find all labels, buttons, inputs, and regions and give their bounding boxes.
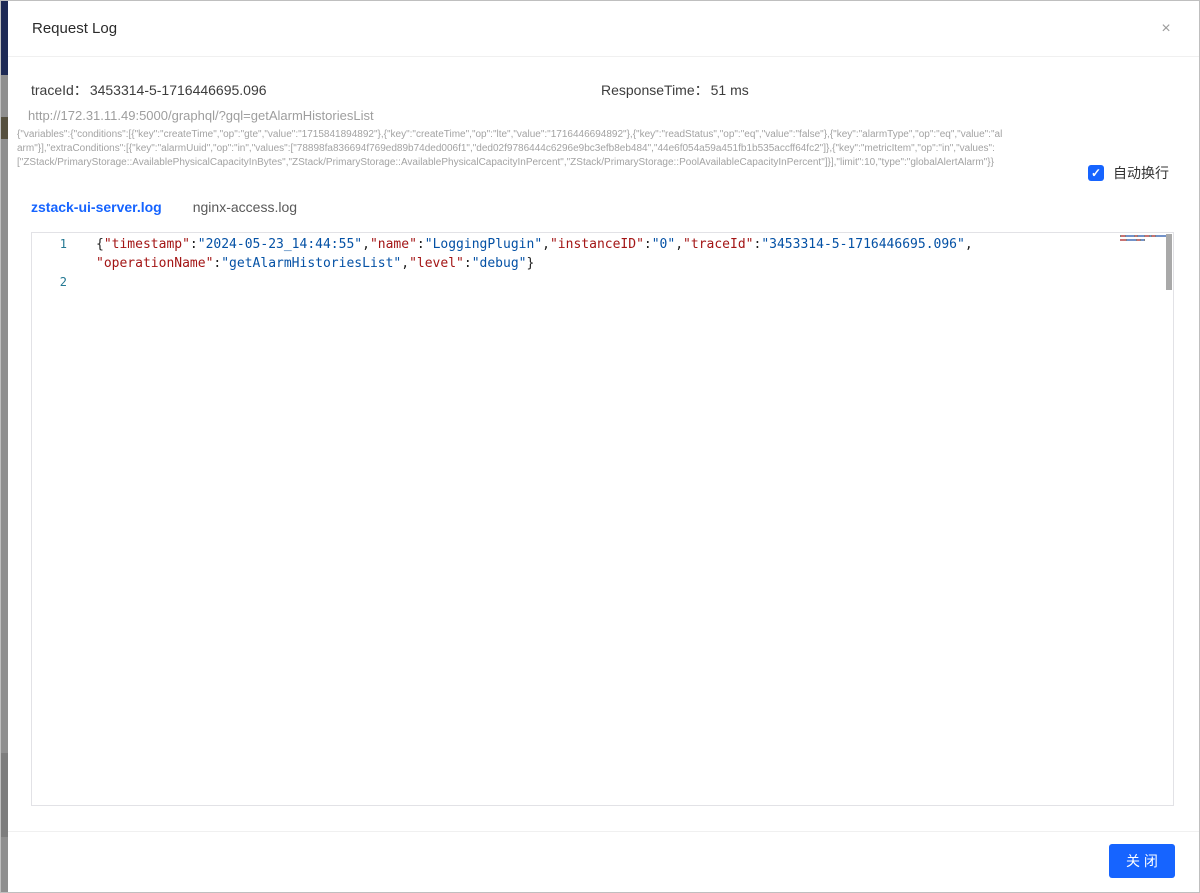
background-content-sliver bbox=[1, 117, 8, 139]
screenshot-root: Request Log × traceId： 3453314-5-17164466… bbox=[0, 0, 1200, 893]
modal-header: Request Log × bbox=[8, 1, 1199, 57]
background-lower-sliver bbox=[1, 753, 8, 837]
footer-divider bbox=[8, 831, 1199, 832]
modal-title: Request Log bbox=[32, 20, 118, 37]
tab-nginx-access-log[interactable]: nginx-access.log bbox=[193, 199, 297, 221]
auto-wrap-checkbox[interactable]: ✓ 自动换行 bbox=[1088, 163, 1169, 183]
trace-id-row: traceId： 3453314-5-1716446695.096 bbox=[31, 80, 267, 100]
log-file-tabs: zstack-ui-server.log nginx-access.log bbox=[31, 199, 297, 221]
checkbox-checked-icon[interactable]: ✓ bbox=[1088, 165, 1104, 181]
response-time-label: ResponseTime： bbox=[601, 82, 709, 98]
close-button[interactable]: 关 闭 bbox=[1109, 844, 1175, 878]
request-log-modal: Request Log × traceId： 3453314-5-17164466… bbox=[8, 1, 1199, 892]
close-icon[interactable]: × bbox=[1155, 18, 1177, 40]
request-url: http://172.31.11.49:5000/graphql/?gql=ge… bbox=[28, 108, 374, 123]
editor-minimap bbox=[1120, 235, 1167, 243]
log-editor[interactable]: 1 {"timestamp":"2024-05-23_14:44:55","nam… bbox=[31, 232, 1174, 806]
background-navbar-sliver bbox=[1, 1, 8, 75]
response-time-row: ResponseTime： 51 ms bbox=[601, 80, 749, 100]
tab-zstack-ui-server-log[interactable]: zstack-ui-server.log bbox=[31, 199, 162, 221]
trace-id-value: 3453314-5-1716446695.096 bbox=[89, 82, 267, 98]
request-payload: {"variables":{"conditions":[{"key":"crea… bbox=[17, 129, 1003, 168]
response-time-value: 51 ms bbox=[710, 82, 749, 98]
trace-id-label: traceId： bbox=[31, 82, 88, 98]
log-editor-content: 1 {"timestamp":"2024-05-23_14:44:55","nam… bbox=[59, 237, 973, 289]
auto-wrap-label: 自动换行 bbox=[1113, 165, 1169, 181]
editor-scrollbar[interactable] bbox=[1166, 234, 1172, 290]
background-page-sliver bbox=[1, 1, 8, 892]
